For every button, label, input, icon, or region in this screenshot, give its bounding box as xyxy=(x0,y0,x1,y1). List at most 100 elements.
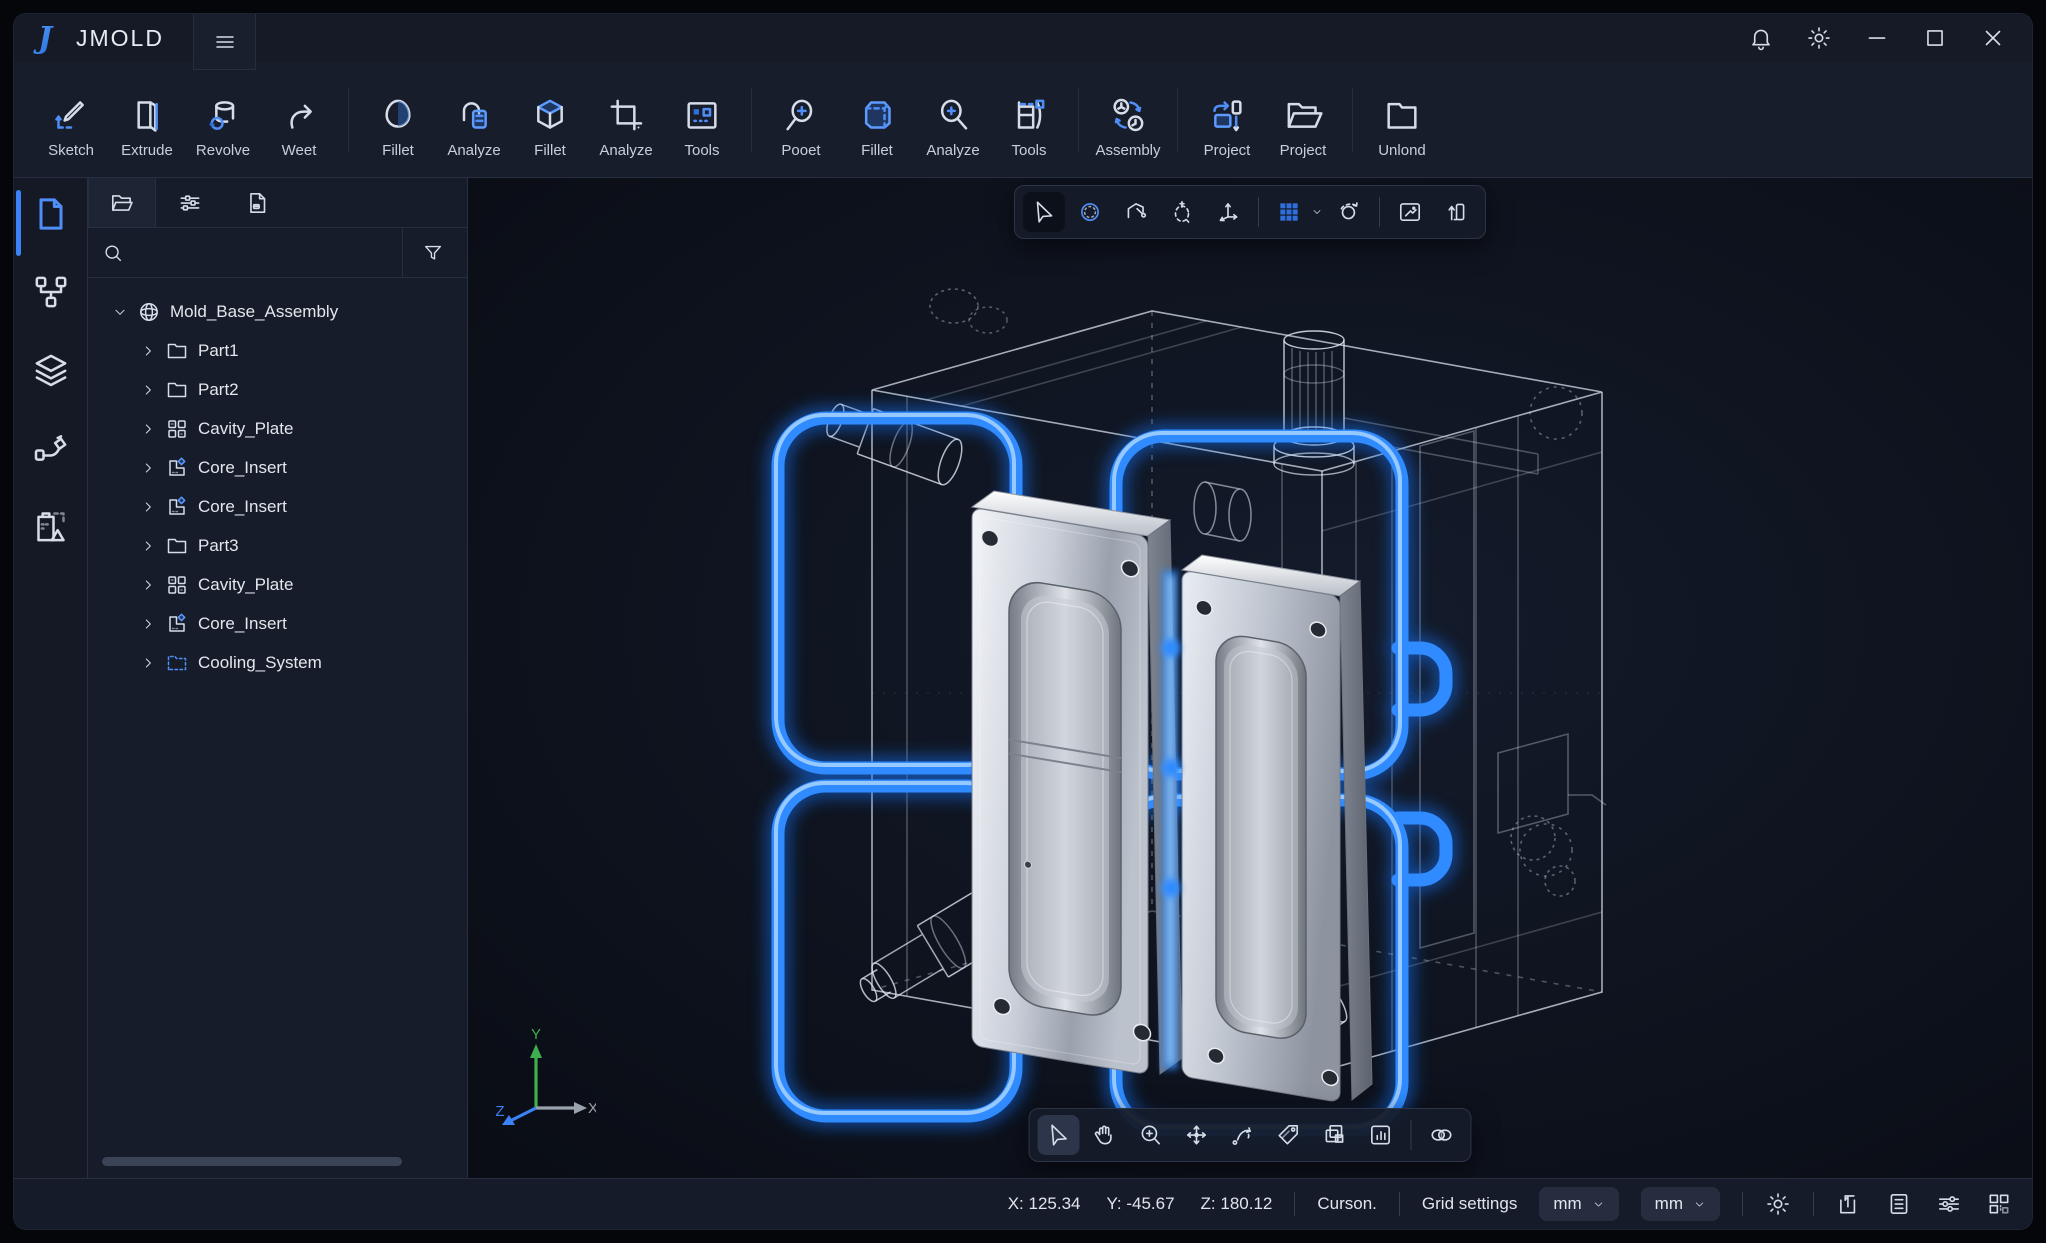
export-button[interactable] xyxy=(1836,1191,1862,1217)
unit-select-secondary[interactable]: mm xyxy=(1641,1187,1720,1221)
filter-icon xyxy=(422,242,444,264)
tree-row-part2[interactable]: Part2 xyxy=(100,370,467,409)
display-options-button[interactable] xyxy=(1936,1191,1962,1217)
tree-row-part1[interactable]: Part1 xyxy=(100,331,467,370)
orbit-button[interactable] xyxy=(1328,192,1370,232)
flip-section-button[interactable] xyxy=(1435,192,1477,232)
pin-region-button[interactable] xyxy=(1161,192,1203,232)
tool-revolve[interactable]: Revolve xyxy=(188,81,258,159)
status-settings-button[interactable] xyxy=(1765,1191,1791,1217)
chevron-right-icon[interactable] xyxy=(140,655,156,671)
link-button[interactable] xyxy=(1421,1115,1463,1155)
tool-weet[interactable]: Weet xyxy=(264,81,334,159)
select-tool-button[interactable] xyxy=(1038,1115,1080,1155)
tab-structure[interactable] xyxy=(88,178,156,227)
cursor-icon xyxy=(1046,1122,1072,1148)
rail-item-layers[interactable] xyxy=(31,350,71,390)
grid-snap-button[interactable] xyxy=(1268,192,1310,232)
grid-settings-label[interactable]: Grid settings xyxy=(1422,1194,1517,1214)
tool-unlond[interactable]: Unlond xyxy=(1367,81,1437,159)
orbit-arc-button[interactable] xyxy=(1222,1115,1264,1155)
tool-assembly[interactable]: Assembly xyxy=(1093,81,1163,159)
chevron-right-icon[interactable] xyxy=(140,382,156,398)
grid-icon xyxy=(1276,199,1302,225)
select-tool-button[interactable] xyxy=(1023,192,1065,232)
chevron-right-icon[interactable] xyxy=(140,421,156,437)
tree-row-cavity-plate-2[interactable]: Cavity_Plate xyxy=(100,565,467,604)
tool-fillet-3[interactable]: Fillet xyxy=(842,81,912,159)
unit-select-primary[interactable]: mm xyxy=(1539,1187,1618,1221)
tool-fillet-2[interactable]: Fillet xyxy=(515,81,585,159)
close-button[interactable] xyxy=(1980,25,2006,51)
tool-sketch[interactable]: Sketch xyxy=(36,81,106,159)
main-menu-button[interactable] xyxy=(193,14,256,70)
qr-button[interactable] xyxy=(1986,1191,2012,1217)
minimize-button[interactable] xyxy=(1864,25,1890,51)
settings-button[interactable] xyxy=(1806,25,1832,51)
tree-search-input[interactable] xyxy=(134,238,392,268)
tool-label: Sketch xyxy=(48,142,94,159)
notifications-button[interactable] xyxy=(1748,25,1774,51)
rail-item-connections[interactable] xyxy=(31,428,71,468)
lasso-select-button[interactable] xyxy=(1115,192,1157,232)
rail-item-files[interactable] xyxy=(31,194,71,234)
tree-label: Part3 xyxy=(198,536,239,556)
viewport-3d[interactable]: Y X Z xyxy=(468,178,2032,1178)
render-style-button[interactable] xyxy=(1389,192,1431,232)
move-button[interactable] xyxy=(1176,1115,1218,1155)
tool-analyze-1[interactable]: Analyze xyxy=(439,81,509,159)
file-icon xyxy=(31,194,71,234)
filter-button[interactable] xyxy=(413,242,453,264)
tool-tools-1[interactable]: Tools xyxy=(667,81,737,159)
circle-select-button[interactable] xyxy=(1069,192,1111,232)
tree-row-core-insert-3[interactable]: Core_Insert xyxy=(100,604,467,643)
chevron-right-icon[interactable] xyxy=(140,499,156,515)
chevron-down-icon[interactable] xyxy=(112,304,128,320)
tab-document[interactable] xyxy=(224,178,292,227)
pan-button[interactable] xyxy=(1084,1115,1126,1155)
tree-row-root[interactable]: Mold_Base_Assembly xyxy=(100,292,467,331)
rail-item-workflow[interactable] xyxy=(31,272,71,312)
chart-button[interactable] xyxy=(1360,1115,1402,1155)
chevron-right-icon[interactable] xyxy=(140,343,156,359)
tool-tools-2[interactable]: Tools xyxy=(994,81,1064,159)
chevron-right-icon[interactable] xyxy=(140,616,156,632)
tool-analyze-2[interactable]: Analyze xyxy=(591,81,661,159)
rail-item-measure[interactable] xyxy=(31,506,71,546)
maximize-button[interactable] xyxy=(1922,25,1948,51)
sliders-icon xyxy=(1936,1191,1962,1217)
tree-label: Mold_Base_Assembly xyxy=(170,302,338,322)
tool-fillet-1[interactable]: Fillet xyxy=(363,81,433,159)
tree-horizontal-scrollbar[interactable] xyxy=(102,1157,402,1166)
grid-options-chevron[interactable] xyxy=(1310,192,1324,232)
zoom-button[interactable] xyxy=(1130,1115,1172,1155)
tool-label: Pooet xyxy=(781,142,820,159)
axis-x-label: X xyxy=(588,1100,596,1117)
tree-row-part3[interactable]: Part3 xyxy=(100,526,467,565)
document-button[interactable] xyxy=(1886,1191,1912,1217)
tree-row-core-insert-1[interactable]: Core_Insert xyxy=(100,448,467,487)
axis-y-label: Y xyxy=(531,1028,541,1043)
axis-3d-button[interactable] xyxy=(1207,192,1249,232)
duplicate-button[interactable] xyxy=(1314,1115,1356,1155)
tool-pooet[interactable]: Pooet xyxy=(766,81,836,159)
tree-row-cooling-system[interactable]: Cooling_System xyxy=(100,643,467,682)
tree-row-core-insert-2[interactable]: Core_Insert xyxy=(100,487,467,526)
sketch-icon xyxy=(51,95,91,135)
tool-label: Project xyxy=(1280,142,1327,159)
cursor-mode-label[interactable]: Curson. xyxy=(1317,1194,1377,1214)
tool-analyze-3[interactable]: Analyze xyxy=(918,81,988,159)
tool-project-1[interactable]: Project xyxy=(1192,81,1262,159)
folder-icon xyxy=(165,534,189,558)
chevron-right-icon[interactable] xyxy=(140,538,156,554)
chevron-right-icon[interactable] xyxy=(140,460,156,476)
circle-select-icon xyxy=(1077,199,1103,225)
tool-extrude[interactable]: Extrude xyxy=(112,81,182,159)
tree-row-cavity-plate-1[interactable]: Cavity_Plate xyxy=(100,409,467,448)
tool-project-2[interactable]: Project xyxy=(1268,81,1338,159)
tag-button[interactable] xyxy=(1268,1115,1310,1155)
tree-body: Mold_Base_Assembly Part1 Part2 xyxy=(88,278,467,1178)
tool-label: Fillet xyxy=(861,142,893,159)
chevron-right-icon[interactable] xyxy=(140,577,156,593)
tab-properties[interactable] xyxy=(156,178,224,227)
